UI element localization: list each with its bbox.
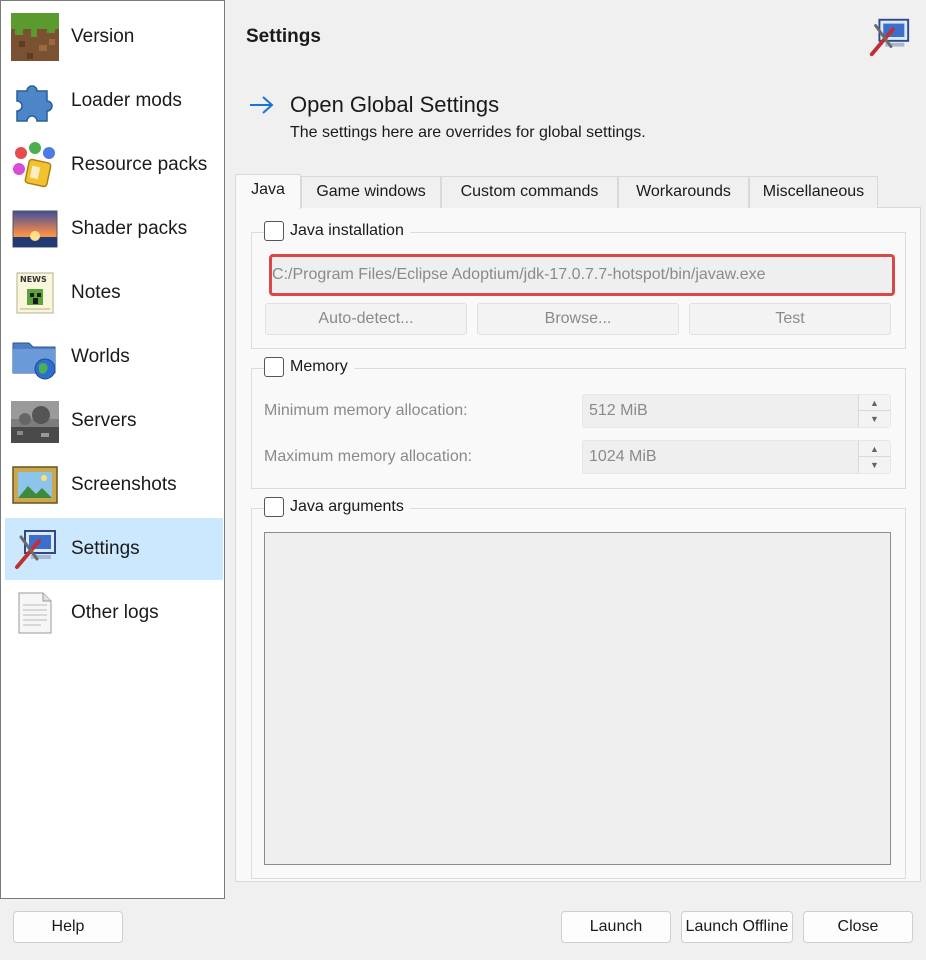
min-memory-value: 512 MiB <box>589 402 648 419</box>
grass-block-icon <box>11 13 59 61</box>
sidebar-item-notes[interactable]: NEWS Notes <box>5 262 223 324</box>
sidebar-item-label: Settings <box>71 538 140 559</box>
min-memory-spinbox[interactable]: 512 MiB ▲ ▼ <box>582 394 891 428</box>
min-memory-stepper: ▲ ▼ <box>858 395 890 427</box>
java-arguments-header: Java arguments <box>264 497 410 517</box>
increment-arrow-icon[interactable]: ▲ <box>859 395 890 411</box>
sidebar-item-label: Other logs <box>71 602 159 623</box>
java-path-field[interactable]: C:/Program Files/Eclipse Adoptium/jdk-17… <box>269 254 895 296</box>
sunset-icon <box>12 210 58 248</box>
sidebar: Version Loader mods Resource packs Shade… <box>0 0 225 899</box>
document-icon <box>18 592 52 634</box>
sidebar-item-loader-mods[interactable]: Loader mods <box>5 70 223 132</box>
server-landscape-icon <box>11 401 59 443</box>
sidebar-item-label: Notes <box>71 282 121 303</box>
sidebar-item-resource-packs[interactable]: Resource packs <box>5 134 223 196</box>
folder-globe-icon <box>12 342 56 380</box>
tab-game-windows[interactable]: Game windows <box>301 176 441 208</box>
java-arguments-textarea[interactable] <box>264 532 891 865</box>
test-button[interactable]: Test <box>689 303 891 335</box>
sidebar-item-settings[interactable]: Settings <box>5 518 223 580</box>
arrow-right-icon[interactable] <box>248 93 276 117</box>
sidebar-item-label: Version <box>71 26 135 47</box>
sidebar-item-label: Screenshots <box>71 474 177 495</box>
puzzle-piece-icon <box>16 85 53 122</box>
min-memory-label: Minimum memory allocation: <box>264 402 468 419</box>
open-global-settings-link[interactable]: Open Global Settings <box>290 92 499 118</box>
sidebar-item-label: Loader mods <box>71 90 182 111</box>
memory-label: Memory <box>290 358 348 375</box>
page-title: Settings <box>246 26 321 47</box>
memory-header: Memory <box>264 357 354 377</box>
settings-tools-icon <box>869 18 910 57</box>
paint-bucket-icon <box>13 142 55 188</box>
tab-workarounds[interactable]: Workarounds <box>618 176 749 208</box>
svg-text:NEWS: NEWS <box>20 275 47 284</box>
tab-java[interactable]: Java <box>235 174 301 209</box>
sidebar-item-screenshots[interactable]: Screenshots <box>5 454 223 516</box>
tab-miscellaneous[interactable]: Miscellaneous <box>749 176 878 208</box>
launch-offline-button[interactable]: Launch Offline <box>681 911 793 943</box>
help-button[interactable]: Help <box>13 911 123 943</box>
global-settings-description: The settings here are overrides for glob… <box>290 124 646 141</box>
java-installation-checkbox[interactable] <box>264 221 284 241</box>
settings-tools-icon <box>15 530 56 569</box>
java-installation-header: Java installation <box>264 221 410 241</box>
sidebar-item-label: Resource packs <box>71 154 208 175</box>
newspaper-icon: NEWS <box>16 272 54 314</box>
memory-checkbox[interactable] <box>264 357 284 377</box>
tab-custom-commands[interactable]: Custom commands <box>441 176 618 208</box>
sidebar-item-servers[interactable]: Servers <box>5 390 223 452</box>
max-memory-stepper: ▲ ▼ <box>858 441 890 473</box>
java-installation-label: Java installation <box>290 222 404 239</box>
browse-button[interactable]: Browse... <box>477 303 679 335</box>
launch-button[interactable]: Launch <box>561 911 671 943</box>
close-button[interactable]: Close <box>803 911 913 943</box>
sidebar-item-label: Servers <box>71 410 137 431</box>
max-memory-spinbox[interactable]: 1024 MiB ▲ ▼ <box>582 440 891 474</box>
java-arguments-checkbox[interactable] <box>264 497 284 517</box>
sidebar-item-worlds[interactable]: Worlds <box>5 326 223 388</box>
sidebar-item-other-logs[interactable]: Other logs <box>5 582 223 644</box>
auto-detect-button[interactable]: Auto-detect... <box>265 303 467 335</box>
sidebar-item-version[interactable]: Version <box>5 6 223 68</box>
max-memory-label: Maximum memory allocation: <box>264 448 473 465</box>
max-memory-value: 1024 MiB <box>589 448 657 465</box>
framed-picture-icon <box>12 466 58 504</box>
decrement-arrow-icon[interactable]: ▼ <box>859 411 890 427</box>
sidebar-item-label: Worlds <box>71 346 130 367</box>
sidebar-item-label: Shader packs <box>71 218 188 239</box>
java-arguments-label: Java arguments <box>290 498 404 515</box>
sidebar-item-shader-packs[interactable]: Shader packs <box>5 198 223 260</box>
decrement-arrow-icon[interactable]: ▼ <box>859 457 890 473</box>
increment-arrow-icon[interactable]: ▲ <box>859 441 890 457</box>
